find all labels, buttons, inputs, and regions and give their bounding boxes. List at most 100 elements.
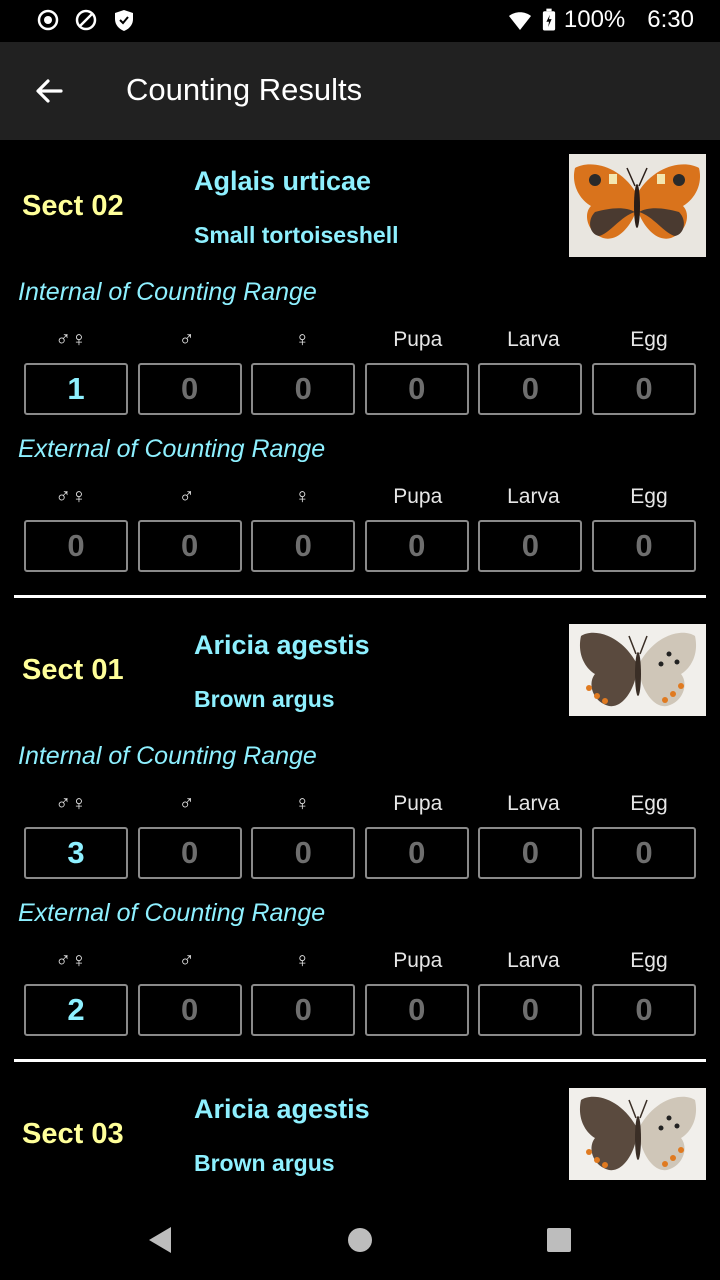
tortoiseshell-image <box>569 154 706 257</box>
col-label-pair: ♂♀ <box>55 485 87 508</box>
count-male[interactable]: 0 <box>137 984 242 1036</box>
count-male[interactable]: 0 <box>137 363 242 415</box>
card-divider <box>14 595 706 598</box>
col-label-male: ♂ <box>178 328 195 351</box>
count-larva[interactable]: 0 <box>478 827 583 879</box>
col-label-pair: ♂♀ <box>55 328 87 351</box>
card-header: Sect 01 Aricia agestis Brown argus <box>0 604 720 728</box>
brown-argus-image <box>569 1088 706 1180</box>
col-label-egg: Egg <box>630 792 668 815</box>
col-label-female: ♀ <box>294 792 311 815</box>
back-triangle-icon <box>149 1227 171 1253</box>
count-egg[interactable]: 0 <box>591 520 696 572</box>
shield-icon <box>115 10 133 31</box>
count-egg[interactable]: 0 <box>591 363 696 415</box>
col-label-female: ♀ <box>294 949 311 972</box>
app-bar: Counting Results <box>0 42 720 140</box>
section-label: Sect 01 <box>22 654 124 686</box>
col-label-larva: Larva <box>507 949 560 972</box>
system-nav-bar <box>0 1200 720 1280</box>
butterfly-photo[interactable] <box>569 154 706 257</box>
col-label-larva: Larva <box>507 485 560 508</box>
col-label-male: ♂ <box>178 949 195 972</box>
results-list[interactable]: Sect 02 Aglais urticae Small tortoiseshe… <box>0 140 720 1200</box>
external-counts: 2 0 0 0 0 0 <box>24 984 696 1036</box>
butterfly-photo[interactable] <box>569 1088 706 1180</box>
common-name: Small tortoiseshell <box>194 222 399 248</box>
scientific-name: Aglais urticae <box>194 166 372 196</box>
internal-counts: 1 0 0 0 0 0 <box>24 363 696 415</box>
battery-charging-icon <box>542 8 556 31</box>
nav-recents-button[interactable] <box>541 1222 577 1258</box>
clock: 6:30 <box>647 6 694 33</box>
record-icon <box>37 9 59 31</box>
count-female[interactable]: 0 <box>251 520 356 572</box>
count-pupa[interactable]: 0 <box>364 984 469 1036</box>
count-egg[interactable]: 0 <box>591 827 696 879</box>
scientific-name: Aricia agestis <box>194 630 370 660</box>
internal-range-title: Internal of Counting Range <box>18 278 317 306</box>
count-pupa[interactable]: 0 <box>364 363 469 415</box>
result-card: Sect 03 Aricia agestis Brown argus <box>0 1068 720 1200</box>
col-label-pupa: Pupa <box>393 792 443 815</box>
recents-square-icon <box>547 1228 571 1252</box>
count-female[interactable]: 0 <box>251 827 356 879</box>
card-header: Sect 03 Aricia agestis Brown argus <box>0 1068 720 1192</box>
nav-home-button[interactable] <box>342 1222 378 1258</box>
count-pair[interactable]: 3 <box>24 827 128 879</box>
back-button[interactable] <box>24 66 74 116</box>
column-labels: ♂♀ ♂ ♀ Pupa Larva Egg <box>19 792 701 816</box>
section-label: Sect 02 <box>22 190 124 222</box>
count-larva[interactable]: 0 <box>478 984 583 1036</box>
section-label: Sect 03 <box>22 1118 124 1150</box>
count-larva[interactable]: 0 <box>478 363 583 415</box>
count-female[interactable]: 0 <box>251 984 356 1036</box>
col-label-larva: Larva <box>507 792 560 815</box>
result-card: Sect 01 Aricia agestis Brown argus Inter… <box>0 604 720 1068</box>
count-male[interactable]: 0 <box>137 827 242 879</box>
column-labels: ♂♀ ♂ ♀ Pupa Larva Egg <box>19 328 701 352</box>
count-female[interactable]: 0 <box>251 363 356 415</box>
count-pupa[interactable]: 0 <box>364 520 469 572</box>
col-label-pupa: Pupa <box>393 328 443 351</box>
status-bar: 100% 6:30 <box>0 0 720 42</box>
common-name: Brown argus <box>194 686 335 712</box>
col-label-female: ♀ <box>294 485 311 508</box>
card-header: Sect 02 Aglais urticae Small tortoiseshe… <box>0 140 720 264</box>
external-range-title: External of Counting Range <box>18 899 326 927</box>
col-label-pair: ♂♀ <box>55 949 87 972</box>
common-name: Brown argus <box>194 1150 335 1176</box>
count-larva[interactable]: 0 <box>478 520 583 572</box>
count-pair[interactable]: 0 <box>24 520 128 572</box>
external-range-title: External of Counting Range <box>18 435 326 463</box>
internal-counts: 3 0 0 0 0 0 <box>24 827 696 879</box>
nav-back-button[interactable] <box>142 1222 178 1258</box>
result-card: Sect 02 Aglais urticae Small tortoiseshe… <box>0 140 720 604</box>
butterfly-photo[interactable] <box>569 624 706 716</box>
external-counts: 0 0 0 0 0 0 <box>24 520 696 572</box>
count-male[interactable]: 0 <box>137 520 242 572</box>
col-label-female: ♀ <box>294 328 311 351</box>
count-pair[interactable]: 1 <box>24 363 128 415</box>
col-label-male: ♂ <box>178 792 195 815</box>
col-label-male: ♂ <box>178 485 195 508</box>
count-egg[interactable]: 0 <box>591 984 696 1036</box>
scientific-name: Aricia agestis <box>194 1094 370 1124</box>
battery-percent: 100% <box>563 6 626 33</box>
do-not-disturb-icon <box>75 9 97 31</box>
col-label-egg: Egg <box>630 949 668 972</box>
col-label-egg: Egg <box>630 485 668 508</box>
page-title: Counting Results <box>126 72 363 107</box>
col-label-pair: ♂♀ <box>55 792 87 815</box>
wifi-icon <box>508 12 531 30</box>
column-labels: ♂♀ ♂ ♀ Pupa Larva Egg <box>19 485 701 509</box>
brown-argus-image <box>569 624 706 716</box>
count-pupa[interactable]: 0 <box>364 827 469 879</box>
count-pair[interactable]: 2 <box>24 984 128 1036</box>
arrow-left-icon <box>36 79 63 103</box>
card-divider <box>14 1059 706 1062</box>
internal-range-title: Internal of Counting Range <box>18 742 317 770</box>
home-circle-icon <box>348 1228 372 1252</box>
col-label-larva: Larva <box>507 328 560 351</box>
column-labels: ♂♀ ♂ ♀ Pupa Larva Egg <box>19 949 701 973</box>
